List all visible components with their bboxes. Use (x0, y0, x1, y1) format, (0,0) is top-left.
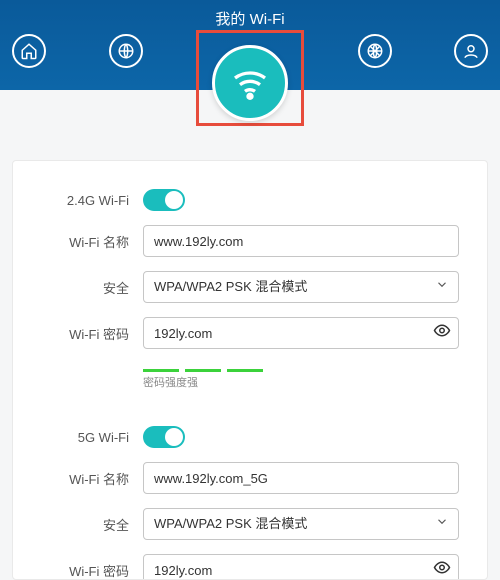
app-header: 我的 Wi-Fi (0, 0, 500, 90)
wifi24-toggle[interactable] (143, 189, 185, 211)
internet-icon[interactable] (109, 34, 143, 68)
wifi5-password-input[interactable] (143, 554, 459, 580)
wifi5-toggle-label: 5G Wi-Fi (25, 430, 143, 445)
wifi24-toggle-label: 2.4G Wi-Fi (25, 193, 143, 208)
settings-panel: 2.4G Wi-Fi Wi-Fi 名称 安全 WPA/WPA2 PSK 混合模式… (12, 160, 488, 580)
wifi5-security-select[interactable]: WPA/WPA2 PSK 混合模式 (143, 508, 459, 540)
eye-icon[interactable] (433, 559, 451, 580)
page-title: 我的 Wi-Fi (0, 8, 500, 29)
home-icon[interactable] (12, 34, 46, 68)
profile-icon[interactable] (454, 34, 488, 68)
wifi24-password-input[interactable] (143, 317, 459, 349)
password-strength-label: 密码强度强 (143, 374, 459, 390)
wifi24-name-label: Wi-Fi 名称 (25, 232, 143, 251)
wifi5-toggle[interactable] (143, 426, 185, 448)
wifi5-password-label: Wi-Fi 密码 (25, 561, 143, 580)
eye-icon[interactable] (433, 322, 451, 345)
password-strength-meter (143, 369, 459, 372)
globe-settings-icon[interactable] (358, 34, 392, 68)
wifi24-name-input[interactable] (143, 225, 459, 257)
wifi5-security-label: 安全 (25, 515, 143, 534)
wifi24-password-label: Wi-Fi 密码 (25, 324, 143, 343)
wifi24-security-label: 安全 (25, 278, 143, 297)
wifi-hero-highlight (196, 30, 304, 126)
wifi24-security-select[interactable]: WPA/WPA2 PSK 混合模式 (143, 271, 459, 303)
wifi-icon[interactable] (212, 45, 288, 121)
wifi5-name-input[interactable] (143, 462, 459, 494)
wifi5-name-label: Wi-Fi 名称 (25, 469, 143, 488)
